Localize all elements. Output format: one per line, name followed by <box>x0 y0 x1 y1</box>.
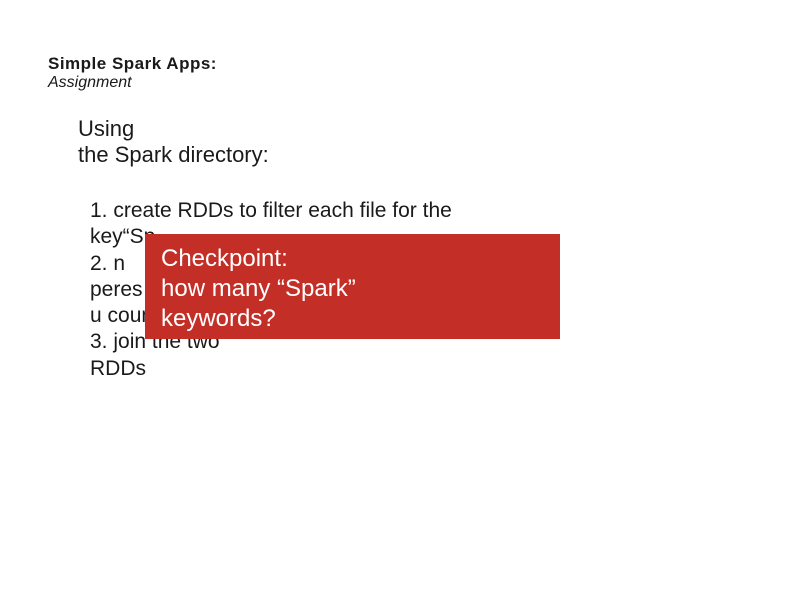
callout-line-3: keywords? <box>161 304 544 334</box>
body-line-7: RDDs <box>90 356 570 382</box>
callout-line-2: how many “Spark” <box>161 274 544 304</box>
intro-text: Using the Spark directory: <box>78 116 269 169</box>
slide-subtitle: Assignment <box>48 74 132 92</box>
checkpoint-callout: Checkpoint: how many “Spark” keywords? <box>145 234 560 339</box>
body-line-1: 1. create RDDs to filter each file for t… <box>90 198 570 224</box>
slide-title: Simple Spark Apps: <box>48 54 217 74</box>
callout-line-1: Checkpoint: <box>161 244 544 274</box>
intro-line-1: Using <box>78 116 269 142</box>
intro-line-2: the Spark directory: <box>78 142 269 168</box>
